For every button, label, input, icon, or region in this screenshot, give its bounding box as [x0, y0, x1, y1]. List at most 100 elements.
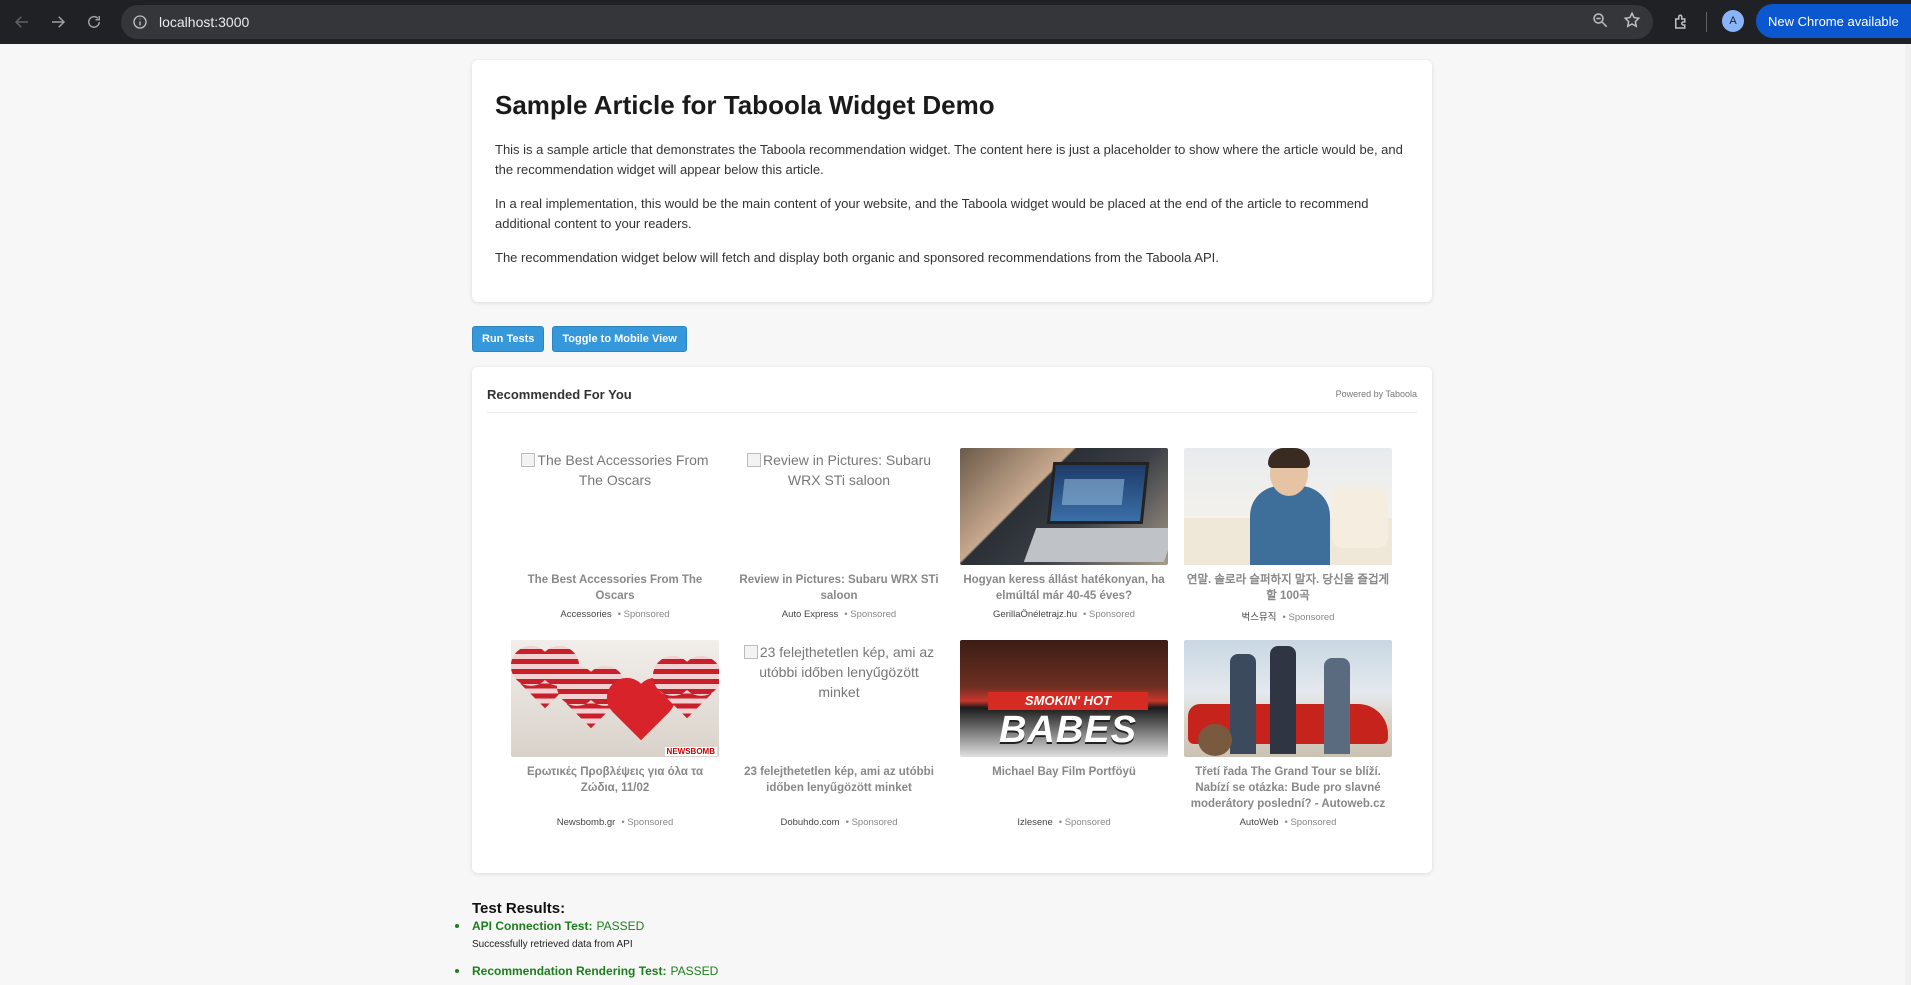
update-chrome-button[interactable]: New Chrome available [1756, 4, 1911, 38]
page-scrollbar[interactable] [1905, 44, 1911, 985]
recommendation-title[interactable]: Třetí řada The Grand Tour se blíží. Nabí… [1184, 764, 1392, 812]
article-paragraph: This is a sample article that demonstrat… [495, 142, 1403, 177]
recommendation-title[interactable]: Hogyan keress állást hatékonyan, ha elmú… [960, 572, 1168, 604]
image-detail [1268, 448, 1310, 468]
browser-toolbar: localhost:3000 A New Chrome available [0, 0, 1911, 44]
broken-image[interactable]: Review in Pictures: Subaru WRX STi saloo… [735, 448, 943, 565]
test-results-heading: Test Results: [472, 900, 566, 917]
article-paragraph: The recommendation widget below will fet… [495, 250, 1219, 265]
poster-text: SMOKIN' HOT [988, 692, 1148, 710]
run-tests-button[interactable]: Run Tests [472, 326, 545, 352]
article-title: Sample Article for Taboola Widget Demo [495, 90, 995, 120]
recommendation-meta: Newsbomb.gr • Sponsored [511, 817, 719, 828]
recommendation-image[interactable]: NEWSBOMB [511, 640, 719, 757]
image-alt-text: 23 felejthetetlen kép, ami az utóbbi idő… [759, 644, 935, 700]
broken-image-icon [521, 453, 536, 467]
recommendation-source: Izlesene [1017, 817, 1053, 828]
forward-icon[interactable] [40, 4, 76, 40]
recommendation-image[interactable]: SMOKIN' HOT BABES [960, 640, 1168, 757]
bullet-icon [455, 969, 459, 973]
widget-header: Recommended For You Powered by Taboola [487, 387, 1417, 413]
toolbar-divider [1706, 12, 1707, 32]
test-result-item: API Connection Test: PASSED Successfully … [455, 919, 1272, 950]
image-alt-text: Review in Pictures: Subaru WRX STi saloo… [762, 452, 932, 488]
article-paragraph: In a real implementation, this would be … [495, 196, 1369, 231]
recommendation-meta: GerillaÖnéletrajz.hu • Sponsored [960, 609, 1168, 620]
image-detail [1250, 486, 1330, 565]
sponsored-label: • Sponsored [617, 609, 670, 620]
recommendation-source: AutoWeb [1239, 817, 1279, 828]
test-detail: Successfully retrieved data from API [472, 939, 633, 950]
recommendation-meta: Accessories • Sponsored [511, 609, 719, 620]
url-text[interactable]: localhost:3000 [159, 14, 249, 30]
recommendation-image[interactable] [1184, 448, 1392, 565]
recommendation-card[interactable]: 연말. 솔로라 슬퍼하지 말자. 당신을 즐겁게 할 100곡 벅스뮤직 • Sp… [1184, 448, 1392, 623]
recommendation-card[interactable]: Hogyan keress állást hatékonyan, ha elmú… [960, 448, 1168, 620]
sponsored-label: • Sponsored [1282, 612, 1335, 623]
recommendation-image[interactable] [960, 448, 1168, 565]
test-status: PASSED [670, 964, 719, 978]
recommendation-source: GerillaÖnéletrajz.hu [993, 609, 1078, 620]
poster-text: BABES [998, 709, 1138, 751]
recommendation-meta: Auto Express • Sponsored [735, 609, 943, 620]
broken-image-icon [746, 453, 761, 467]
recommendation-card[interactable]: The Best Accessories From The Oscars The… [511, 448, 719, 620]
recommendation-meta: Izlesene • Sponsored [960, 817, 1168, 828]
image-detail [1270, 646, 1296, 754]
image-detail [1198, 724, 1232, 756]
extensions-icon[interactable] [1668, 9, 1694, 35]
page-viewport: Sample Article for Taboola Widget Demo T… [0, 44, 1911, 985]
recommendation-card[interactable]: NEWSBOMB Ερωτικές Προβλέψεις για όλα τα … [511, 640, 719, 828]
sponsored-label: • Sponsored [621, 817, 674, 828]
recommendation-image[interactable] [1184, 640, 1392, 757]
recommendation-title[interactable]: Review in Pictures: Subaru WRX STi saloo… [735, 572, 943, 604]
recommendation-source: 벅스뮤직 [1241, 612, 1277, 623]
powered-by-link[interactable]: Powered by Taboola [1336, 389, 1417, 399]
image-alt-text: The Best Accessories From The Oscars [537, 452, 709, 488]
recommendation-meta: Dobuhdo.com • Sponsored [735, 817, 943, 828]
recommendation-title[interactable]: Ερωτικές Προβλέψεις για όλα τα Ζώδια, 11… [511, 764, 719, 796]
sponsored-label: • Sponsored [844, 609, 897, 620]
broken-image[interactable]: 23 felejthetetlen kép, ami az utóbbi idő… [735, 640, 943, 757]
taboola-widget: Recommended For You Powered by Taboola T… [472, 367, 1432, 873]
reload-icon[interactable] [76, 4, 112, 40]
image-detail [1046, 462, 1150, 524]
image-detail [1332, 488, 1388, 548]
recommendation-card[interactable]: Review in Pictures: Subaru WRX STi saloo… [735, 448, 943, 620]
broken-image[interactable]: The Best Accessories From The Oscars [511, 448, 719, 565]
profile-avatar[interactable]: A [1722, 10, 1744, 32]
recommendation-card[interactable]: 23 felejthetetlen kép, ami az utóbbi idő… [735, 640, 943, 828]
image-watermark: NEWSBOMB [664, 747, 717, 756]
recommendation-title[interactable]: 연말. 솔로라 슬퍼하지 말자. 당신을 즐겁게 할 100곡 [1184, 572, 1392, 604]
image-detail [1230, 654, 1256, 754]
recommendation-title[interactable]: The Best Accessories From The Oscars [511, 572, 719, 604]
recommendation-source: Dobuhdo.com [780, 817, 840, 828]
recommendation-meta: 벅스뮤직 • Sponsored [1184, 609, 1392, 623]
recommendation-title[interactable]: Michael Bay Film Portföyü [960, 764, 1168, 780]
bullet-icon [455, 924, 459, 928]
toggle-mobile-view-button[interactable]: Toggle to Mobile View [552, 326, 687, 352]
recommendation-title[interactable]: 23 felejthetetlen kép, ami az utóbbi idő… [735, 764, 943, 796]
sponsored-label: • Sponsored [845, 817, 898, 828]
sponsored-label: • Sponsored [1083, 609, 1135, 620]
test-name: API Connection Test: [472, 919, 593, 933]
sponsored-label: • Sponsored [1284, 817, 1337, 828]
bookmark-star-icon[interactable] [1623, 11, 1641, 34]
zoom-icon[interactable] [1591, 11, 1609, 34]
site-info-icon[interactable] [131, 13, 149, 31]
sponsored-label: • Sponsored [1058, 817, 1111, 828]
image-detail [1324, 658, 1350, 754]
image-detail [1023, 528, 1168, 562]
recommendation-source: Newsbomb.gr [556, 817, 616, 828]
test-status: PASSED [596, 919, 645, 933]
test-controls: Run Tests Toggle to Mobile View [472, 326, 687, 352]
recommendation-card[interactable]: Třetí řada The Grand Tour se blíží. Nabí… [1184, 640, 1392, 828]
article-card: Sample Article for Taboola Widget Demo T… [472, 60, 1432, 302]
back-icon[interactable] [4, 4, 40, 40]
test-result-item: Recommendation Rendering Test: PASSED [455, 964, 1272, 978]
test-name: Recommendation Rendering Test: [472, 964, 667, 978]
recommendation-source: Auto Express [781, 609, 839, 620]
recommendation-card[interactable]: SMOKIN' HOT BABES Michael Bay Film Portf… [960, 640, 1168, 828]
address-bar[interactable]: localhost:3000 [121, 5, 1653, 39]
test-results: Test Results: API Connection Test: PASSED… [455, 900, 1272, 984]
